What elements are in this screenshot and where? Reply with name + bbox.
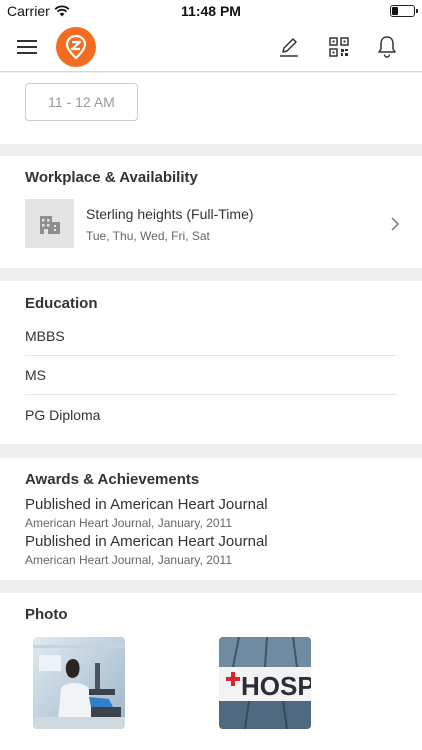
status-time: 11:48 PM — [181, 3, 241, 19]
workplace-row[interactable]: Sterling heights (Full-Time) Tue, Thu, W… — [0, 199, 422, 251]
status-bar: Carrier 11:48 PM — [0, 0, 422, 22]
chevron-right-icon — [390, 216, 400, 237]
building-icon — [25, 199, 74, 248]
top-navigation-bar — [0, 22, 422, 72]
qr-code-icon[interactable] — [326, 34, 352, 60]
award-title: Published in American Heart Journal — [25, 496, 268, 513]
photo-card: Photo HOSP — [0, 593, 422, 750]
bell-icon[interactable] — [374, 34, 400, 60]
workplace-card: Workplace & Availability Sterling height… — [0, 156, 422, 268]
photo-section-title: Photo — [25, 606, 68, 623]
edit-icon[interactable] — [276, 34, 302, 60]
education-item: MS — [25, 356, 397, 395]
education-item: PG Diploma — [25, 406, 101, 423]
hospital-sign-text: HOSP — [241, 671, 311, 701]
menu-icon[interactable] — [14, 34, 40, 60]
lab-scientist-photo[interactable] — [33, 637, 125, 729]
award-subtitle: American Heart Journal, January, 2011 — [25, 553, 232, 567]
award-title: Published in American Heart Journal — [25, 533, 268, 550]
awards-section-title: Awards & Achievements — [25, 471, 200, 488]
workplace-section-title: Workplace & Availability — [25, 169, 198, 186]
logo-icon — [56, 27, 96, 67]
education-item: MBBS — [25, 317, 397, 356]
availability-card: 11 - 12 AM — [0, 73, 422, 144]
awards-card: Awards & Achievements Published in Ameri… — [0, 458, 422, 580]
education-card: Education MBBS MS PG Diploma — [0, 281, 422, 444]
workplace-days: Tue, Thu, Wed, Fri, Sat — [86, 229, 210, 243]
workplace-name: Sterling heights (Full-Time) — [86, 206, 254, 222]
battery-icon — [390, 5, 418, 17]
award-subtitle: American Heart Journal, January, 2011 — [25, 516, 232, 530]
time-slot-button[interactable]: 11 - 12 AM — [25, 83, 138, 121]
hospital-sign-photo[interactable]: HOSP — [219, 637, 311, 729]
education-section-title: Education — [25, 295, 98, 312]
